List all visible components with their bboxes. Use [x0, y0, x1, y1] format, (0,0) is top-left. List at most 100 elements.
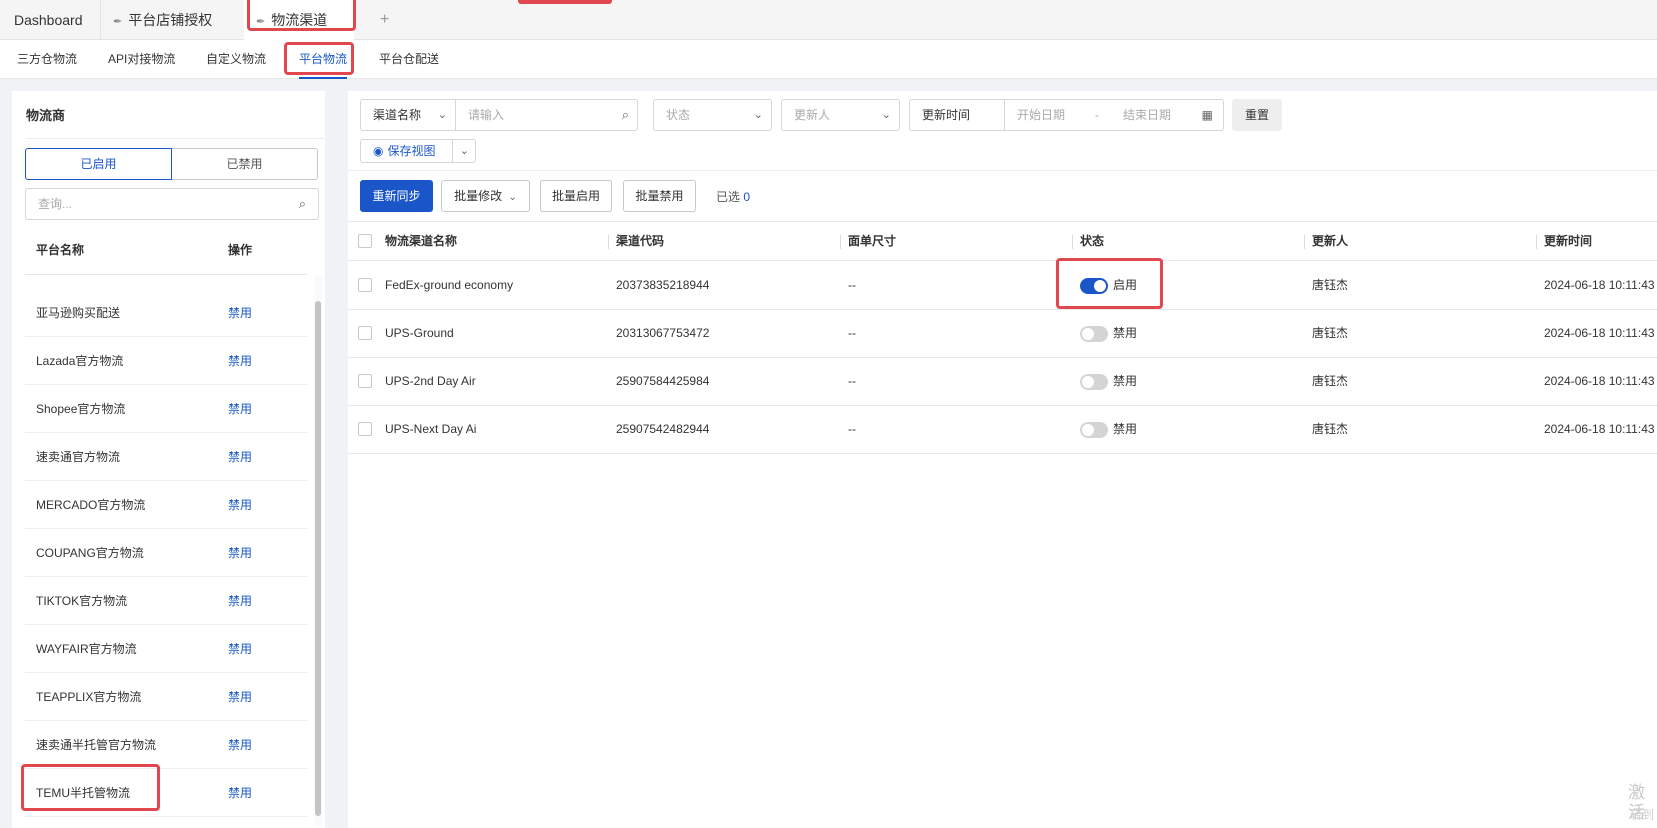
carrier-row: WAYFAIR官方物流 禁用: [25, 625, 307, 673]
filter-enabled-button[interactable]: 已启用: [25, 148, 172, 180]
label-size-cell: --: [848, 422, 856, 436]
end-date-input[interactable]: 结束日期: [1123, 100, 1171, 130]
tab-logistics-channel-label: 物流渠道: [271, 12, 328, 28]
carrier-disable-link[interactable]: 禁用: [228, 481, 252, 529]
channel-name-cell: UPS-2nd Day Air: [385, 374, 476, 388]
add-tab-button[interactable]: +: [368, 0, 401, 40]
column-resize-handle[interactable]: [840, 235, 841, 249]
column-resize-handle[interactable]: [1304, 235, 1305, 249]
channel-name-cell: FedEx-ground economy: [385, 278, 514, 292]
tab-dashboard[interactable]: Dashboard: [2, 0, 95, 40]
search-icon[interactable]: ⌕: [622, 100, 629, 130]
carrier-row: TEAPPLIX官方物流 禁用: [25, 673, 307, 721]
divider: [348, 170, 1657, 171]
batch-edit-button[interactable]: 批量修改 ⌄: [441, 180, 530, 212]
tab-store-auth[interactable]: ✒ 平台店铺授权: [100, 0, 224, 40]
status-toggle[interactable]: [1080, 278, 1108, 294]
update-time-cell: 2024-06-18 10:11:43: [1544, 422, 1655, 436]
carrier-row: COUPANG官方物流 禁用: [25, 529, 307, 577]
batch-enable-button[interactable]: 批量启用: [540, 180, 612, 212]
carrier-disable-link[interactable]: 禁用: [228, 385, 252, 433]
subtab-custom-logistics[interactable]: 自定义物流: [206, 40, 266, 79]
subtab-third-party-warehouse[interactable]: 三方仓物流: [17, 40, 77, 79]
toggle-knob: [1082, 424, 1094, 436]
updater-select[interactable]: 更新人 ⌄: [781, 99, 900, 131]
highlight-marker: [518, 0, 612, 4]
scrollbar-thumb[interactable]: [315, 301, 321, 816]
update-time-label[interactable]: 更新时间: [910, 100, 1005, 130]
column-resize-handle[interactable]: [608, 235, 609, 249]
carrier-row: MERCADO官方物流 禁用: [25, 481, 307, 529]
table-row: UPS-2nd Day Air 25907584425984 -- 禁用 唐钰杰 2024…: [348, 358, 1657, 406]
reset-button[interactable]: 重置: [1232, 99, 1282, 131]
carrier-disable-link[interactable]: 禁用: [228, 721, 252, 769]
row-checkbox[interactable]: [358, 422, 372, 436]
chevron-down-icon: ⌄: [881, 109, 891, 121]
channel-name-cell: UPS-Next Day Ai: [385, 422, 477, 436]
column-resize-handle[interactable]: [1072, 235, 1073, 249]
channel-code-cell: 25907584425984: [616, 374, 710, 388]
carrier-disable-link[interactable]: 禁用: [228, 289, 252, 337]
carrier-disable-link[interactable]: 禁用: [228, 769, 252, 817]
subtab-api-logistics[interactable]: API对接物流: [108, 40, 175, 79]
chevron-down-icon[interactable]: ⌄: [460, 140, 469, 162]
update-time-cell: 2024-06-18 10:11:43: [1544, 374, 1655, 388]
channel-search-group: 渠道名称 ⌄ 请输入 ⌕: [360, 99, 638, 131]
status-toggle[interactable]: [1080, 326, 1108, 342]
row-checkbox[interactable]: [358, 374, 372, 388]
column-operation: 操作: [228, 243, 253, 257]
table-row: UPS-Next Day Ai 25907542482944 -- 禁用 唐钰杰 2024…: [348, 406, 1657, 454]
pin-icon: ✒: [256, 16, 266, 28]
update-time-cell: 2024-06-18 10:11:43: [1544, 278, 1655, 292]
chevron-down-icon: ⌄: [753, 109, 763, 121]
row-checkbox[interactable]: [358, 326, 372, 340]
carrier-disable-link[interactable]: 禁用: [228, 577, 252, 625]
carrier-name: TEAPPLIX官方物流: [36, 690, 142, 704]
carrier-name: Lazada官方物流: [36, 354, 124, 368]
channel-keyword-input[interactable]: 请输入: [468, 100, 504, 130]
update-time-cell: 2024-06-18 10:11:43: [1544, 326, 1655, 340]
selected-label: 已选: [716, 190, 741, 204]
label-size-cell: --: [848, 278, 856, 292]
carrier-disable-link[interactable]: 禁用: [228, 625, 252, 673]
sub-tab-bar: 三方仓物流 API对接物流 自定义物流 平台物流 平台仓配送: [0, 40, 1657, 79]
channel-code-cell: 20313067753472: [616, 326, 710, 340]
carrier-name: 速卖通官方物流: [36, 450, 121, 464]
save-view-group: ◉ 保存视图 ⌄: [360, 139, 476, 163]
chevron-down-icon: ⌄: [508, 192, 517, 203]
top-tab-bar: Dashboard ✒ 平台店铺授权 ✒ 物流渠道 +: [0, 0, 1657, 41]
batch-disable-button[interactable]: 批量禁用: [623, 180, 696, 212]
select-all-checkbox[interactable]: [358, 234, 372, 248]
channel-panel: 渠道名称 ⌄ 请输入 ⌕ 状态 ⌄ 更新人 ⌄ 更新时间 开始日期 - 结束日期…: [348, 91, 1657, 828]
start-date-input[interactable]: 开始日期: [1017, 100, 1065, 130]
carrier-name: 亚马逊购买配送: [36, 306, 121, 320]
subtab-platform-warehouse-delivery[interactable]: 平台仓配送: [379, 40, 439, 79]
status-select[interactable]: 状态 ⌄: [653, 99, 772, 131]
carrier-search-input[interactable]: 查询... ⌕: [25, 188, 319, 220]
updater-cell: 唐钰杰: [1312, 374, 1349, 388]
save-view-button[interactable]: ◉ 保存视图: [361, 140, 453, 162]
carrier-disable-link[interactable]: 禁用: [228, 673, 252, 721]
tab-logistics-channel[interactable]: ✒ 物流渠道: [244, 0, 354, 41]
filter-disabled-button[interactable]: 已禁用: [172, 148, 318, 180]
row-checkbox[interactable]: [358, 278, 372, 292]
resync-button[interactable]: 重新同步: [360, 180, 433, 212]
carrier-name: TIKTOK官方物流: [36, 594, 128, 608]
subtab-platform-logistics[interactable]: 平台物流: [299, 40, 348, 79]
toggle-knob: [1094, 280, 1106, 292]
column-label-size: 面单尺寸: [848, 234, 897, 248]
carrier-disable-link[interactable]: 禁用: [228, 433, 252, 481]
channel-name-select[interactable]: 渠道名称 ⌄: [361, 100, 456, 130]
carrier-row: Lazada官方物流 禁用: [25, 337, 307, 385]
status-toggle[interactable]: [1080, 374, 1108, 390]
carrier-disable-link[interactable]: 禁用: [228, 337, 252, 385]
calendar-icon[interactable]: ▦: [1202, 100, 1213, 130]
eye-icon: ◉: [373, 144, 384, 158]
column-resize-handle[interactable]: [1536, 235, 1537, 249]
status-toggle[interactable]: [1080, 422, 1108, 438]
carrier-disable-link[interactable]: 禁用: [228, 529, 252, 577]
channel-name-cell: UPS-Ground: [385, 326, 454, 340]
search-icon[interactable]: ⌕: [299, 189, 306, 219]
table-row: UPS-Ground 20313067753472 -- 禁用 唐钰杰 2024-06-1…: [348, 310, 1657, 358]
status-label: 启用: [1113, 278, 1138, 292]
